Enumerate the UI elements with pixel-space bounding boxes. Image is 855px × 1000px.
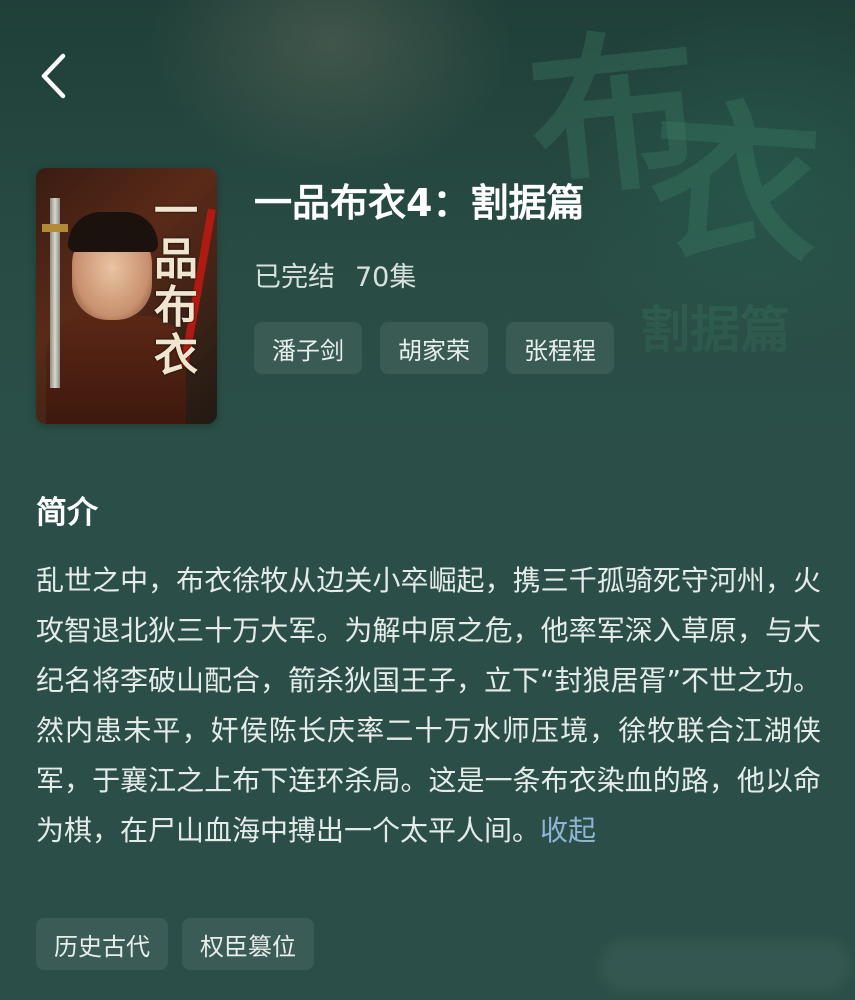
synopsis-heading: 简介 [36,495,98,531]
poster-sword-guard [42,224,68,232]
genre-tags: 历史古代 权臣篡位 [36,918,314,970]
cast-tag[interactable]: 胡家荣 [380,322,488,374]
back-button[interactable] [28,46,80,106]
poster-figure-hair [68,212,158,252]
show-poster[interactable]: 一 品 布 衣 [36,168,217,424]
cast-tag[interactable]: 张程程 [506,322,614,374]
poster-title-char: 一 [154,186,198,237]
synopsis-body: 乱世之中，布衣徐牧从边关小卒崛起，携三千孤骑死守河州，火攻智退北狄三十万大军。为… [36,564,822,847]
chevron-left-icon [41,53,66,99]
show-meta: 已完结 70集 [254,255,416,294]
collapse-link[interactable]: 收起 [540,814,596,847]
genre-tag[interactable]: 历史古代 [36,918,168,970]
genre-tag[interactable]: 权臣篡位 [182,918,314,970]
cast-tag[interactable]: 潘子剑 [254,322,362,374]
poster-title-char: 衣 [154,330,198,381]
bottom-overlay [600,940,850,992]
synopsis-text: 乱世之中，布衣徐牧从边关小卒崛起，携三千孤骑死守河州，火攻智退北狄三十万大军。为… [36,556,821,856]
poster-title-char: 品 [154,234,198,285]
poster-title-calligraphy: 一 品 布 衣 [154,188,216,380]
poster-title-char: 布 [154,282,198,333]
completion-status: 已完结 [254,262,335,293]
episode-count: 70集 [355,262,417,293]
show-title: 一品布衣4：割据篇 [254,181,585,225]
cast-list: 潘子剑 胡家荣 张程程 [254,322,614,374]
